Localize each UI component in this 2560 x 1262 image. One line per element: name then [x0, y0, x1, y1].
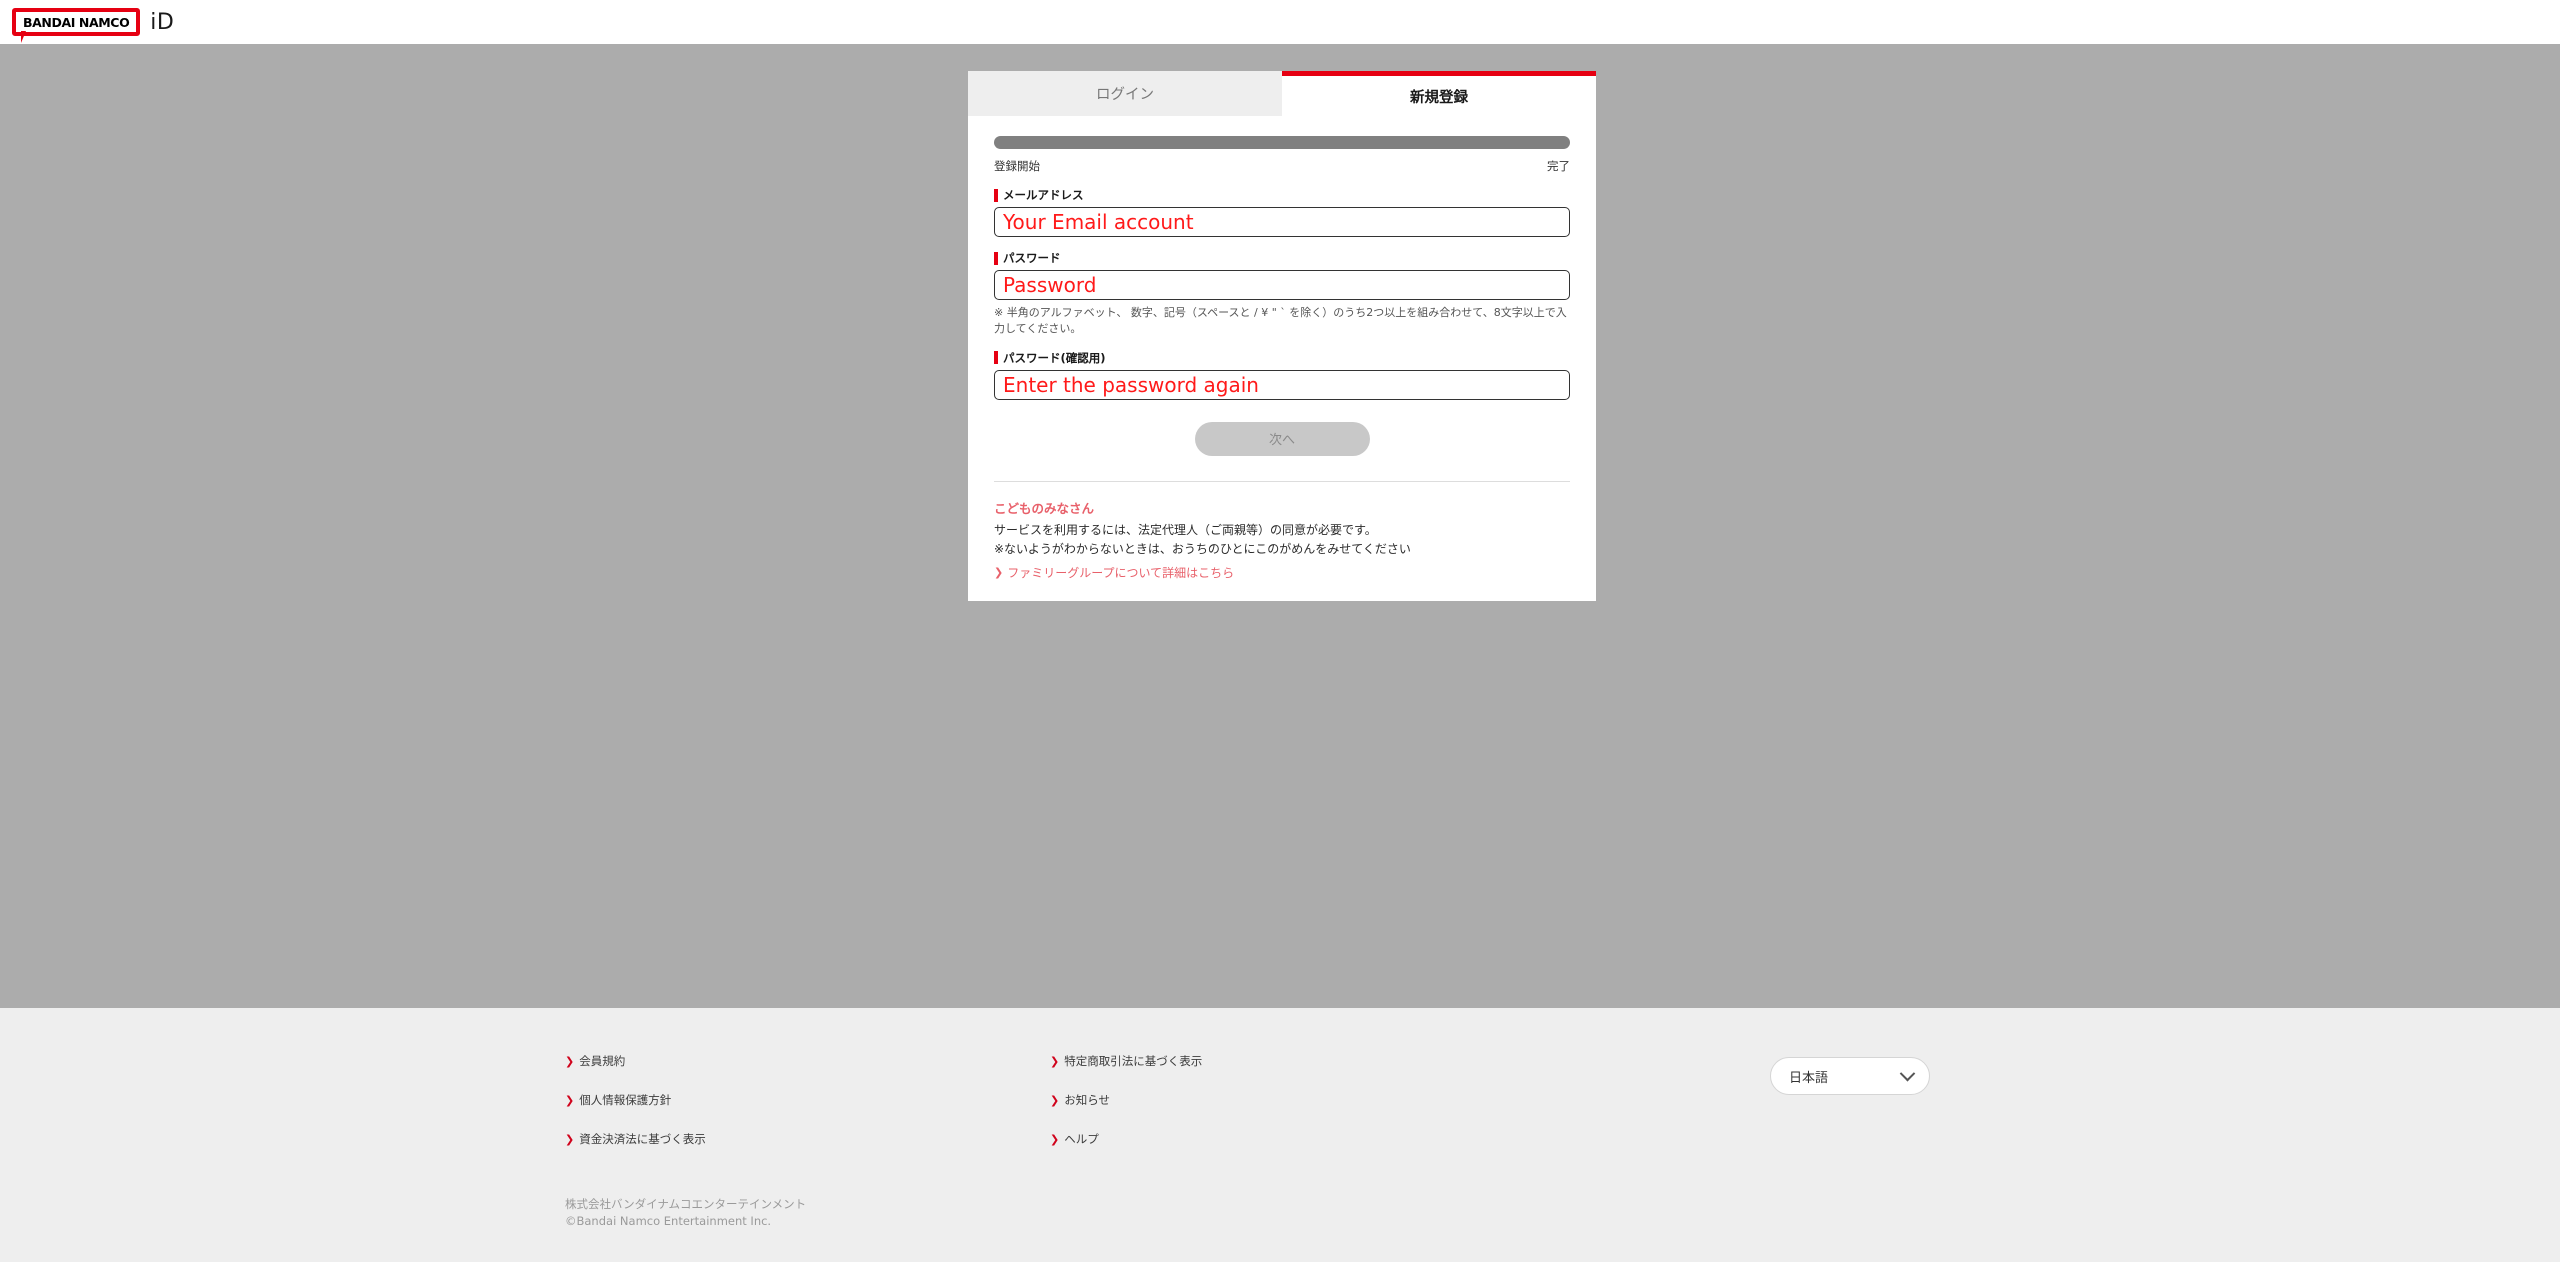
bandai-namco-speech-bubble-logo: BANDAI NAMCO — [12, 8, 140, 36]
family-group-link-label: ファミリーグループについて詳細はこちら — [1007, 564, 1234, 581]
required-marker-icon — [994, 189, 998, 202]
site-footer: ❯ 会員規約 ❯ 個人情報保護方針 ❯ 資金決済法に基づく表示 ❯ 特定商取引法… — [0, 1008, 2560, 1262]
chevron-right-icon: ❯ — [1050, 1134, 1059, 1145]
required-marker-icon — [994, 252, 998, 265]
chevron-right-icon: ❯ — [565, 1134, 574, 1145]
footer-link-payment-services-act-label: 資金決済法に基づく表示 — [579, 1131, 706, 1147]
email-input[interactable] — [994, 207, 1570, 237]
kids-notice: こどものみなさん サービスを利用するには、法定代理人（ご両親等）の同意が必要です… — [994, 498, 1570, 581]
footer-link-commercial-transactions[interactable]: ❯ 特定商取引法に基づく表示 — [1050, 1053, 1535, 1069]
language-selector[interactable]: 日本語 — [1770, 1057, 1930, 1095]
footer-link-terms-label: 会員規約 — [579, 1053, 625, 1069]
footer-link-payment-services-act[interactable]: ❯ 資金決済法に基づく表示 — [565, 1131, 1050, 1147]
footer-link-privacy[interactable]: ❯ 個人情報保護方針 — [565, 1092, 1050, 1108]
logo-tail-shape — [21, 31, 26, 43]
progress-end-label: 完了 — [1547, 158, 1570, 174]
chevron-right-icon: ❯ — [994, 567, 1003, 578]
password-input[interactable] — [994, 270, 1570, 300]
progress-bar-track — [994, 136, 1570, 149]
email-label-text: メールアドレス — [1003, 187, 1084, 203]
tab-signup-label: 新規登録 — [1410, 86, 1468, 107]
language-selector-value: 日本語 — [1789, 1067, 1828, 1086]
tab-signup[interactable]: 新規登録 — [1282, 71, 1596, 116]
required-marker-icon — [994, 351, 998, 364]
logo-text: BANDAI NAMCO — [23, 15, 129, 30]
brand-logo[interactable]: BANDAI NAMCO iD — [12, 8, 174, 36]
submit-row: 次へ — [994, 422, 1570, 456]
footer-link-privacy-label: 個人情報保護方針 — [579, 1092, 671, 1108]
logo-id-suffix: iD — [150, 10, 174, 35]
footer-links-column-2: ❯ 特定商取引法に基づく表示 ❯ お知らせ ❯ ヘルプ — [1050, 1053, 1535, 1170]
email-label: メールアドレス — [994, 187, 1570, 203]
next-button[interactable]: 次へ — [1195, 422, 1370, 456]
registration-card: ログイン 新規登録 登録開始 完了 メールアドレス — [968, 71, 1596, 601]
page-body: ログイン 新規登録 登録開始 完了 メールアドレス — [0, 44, 2560, 1008]
family-group-link[interactable]: ❯ ファミリーグループについて詳細はこちら — [994, 564, 1570, 581]
progress-labels: 登録開始 完了 — [994, 158, 1570, 174]
password-confirm-label: パスワード(確認用) — [994, 350, 1570, 366]
section-divider — [994, 481, 1570, 482]
card-content: 登録開始 完了 メールアドレス パスワード ※ 半角のアルファベッ — [968, 116, 1596, 601]
company-name: 株式会社バンダイナムコエンターテインメント — [565, 1196, 806, 1213]
chevron-right-icon: ❯ — [565, 1095, 574, 1106]
field-password-confirm: パスワード(確認用) — [994, 350, 1570, 400]
chevron-down-icon — [1900, 1065, 1916, 1081]
field-password: パスワード ※ 半角のアルファベット、 数字、記号（スペースと / ¥ " ` … — [994, 250, 1570, 337]
footer-link-help[interactable]: ❯ ヘルプ — [1050, 1131, 1535, 1147]
footer-link-commercial-transactions-label: 特定商取引法に基づく表示 — [1064, 1053, 1202, 1069]
registration-progress: 登録開始 完了 — [994, 116, 1570, 174]
password-confirm-label-text: パスワード(確認用) — [1003, 350, 1106, 366]
kids-notice-line2: ※ないようがわからないときは、おうちのひとにこのがめんをみせてください — [994, 540, 1570, 559]
password-label-text: パスワード — [1003, 250, 1061, 266]
footer-link-help-label: ヘルプ — [1064, 1131, 1099, 1147]
kids-notice-title: こどものみなさん — [994, 498, 1570, 517]
password-hint: ※ 半角のアルファベット、 数字、記号（スペースと / ¥ " ` を除く）のう… — [994, 305, 1570, 337]
site-header: BANDAI NAMCO iD — [0, 0, 2560, 44]
chevron-right-icon: ❯ — [1050, 1095, 1059, 1106]
chevron-right-icon: ❯ — [1050, 1056, 1059, 1067]
footer-link-news[interactable]: ❯ お知らせ — [1050, 1092, 1535, 1108]
footer-link-terms[interactable]: ❯ 会員規約 — [565, 1053, 1050, 1069]
footer-links-column-1: ❯ 会員規約 ❯ 個人情報保護方針 ❯ 資金決済法に基づく表示 — [565, 1053, 1050, 1170]
auth-tabs: ログイン 新規登録 — [968, 71, 1596, 116]
progress-start-label: 登録開始 — [994, 158, 1040, 174]
kids-notice-line1: サービスを利用するには、法定代理人（ご両親等）の同意が必要です。 — [994, 521, 1570, 540]
tab-login-label: ログイン — [1096, 83, 1154, 104]
chevron-right-icon: ❯ — [565, 1056, 574, 1067]
copyright-text: ©Bandai Namco Entertainment Inc. — [565, 1213, 806, 1230]
footer-links: ❯ 会員規約 ❯ 個人情報保護方針 ❯ 資金決済法に基づく表示 ❯ 特定商取引法… — [565, 1053, 1535, 1170]
password-label: パスワード — [994, 250, 1570, 266]
copyright-block: 株式会社バンダイナムコエンターテインメント ©Bandai Namco Ente… — [565, 1196, 806, 1229]
password-confirm-input[interactable] — [994, 370, 1570, 400]
tab-login[interactable]: ログイン — [968, 71, 1282, 116]
footer-link-news-label: お知らせ — [1064, 1092, 1110, 1108]
field-email: メールアドレス — [994, 187, 1570, 237]
